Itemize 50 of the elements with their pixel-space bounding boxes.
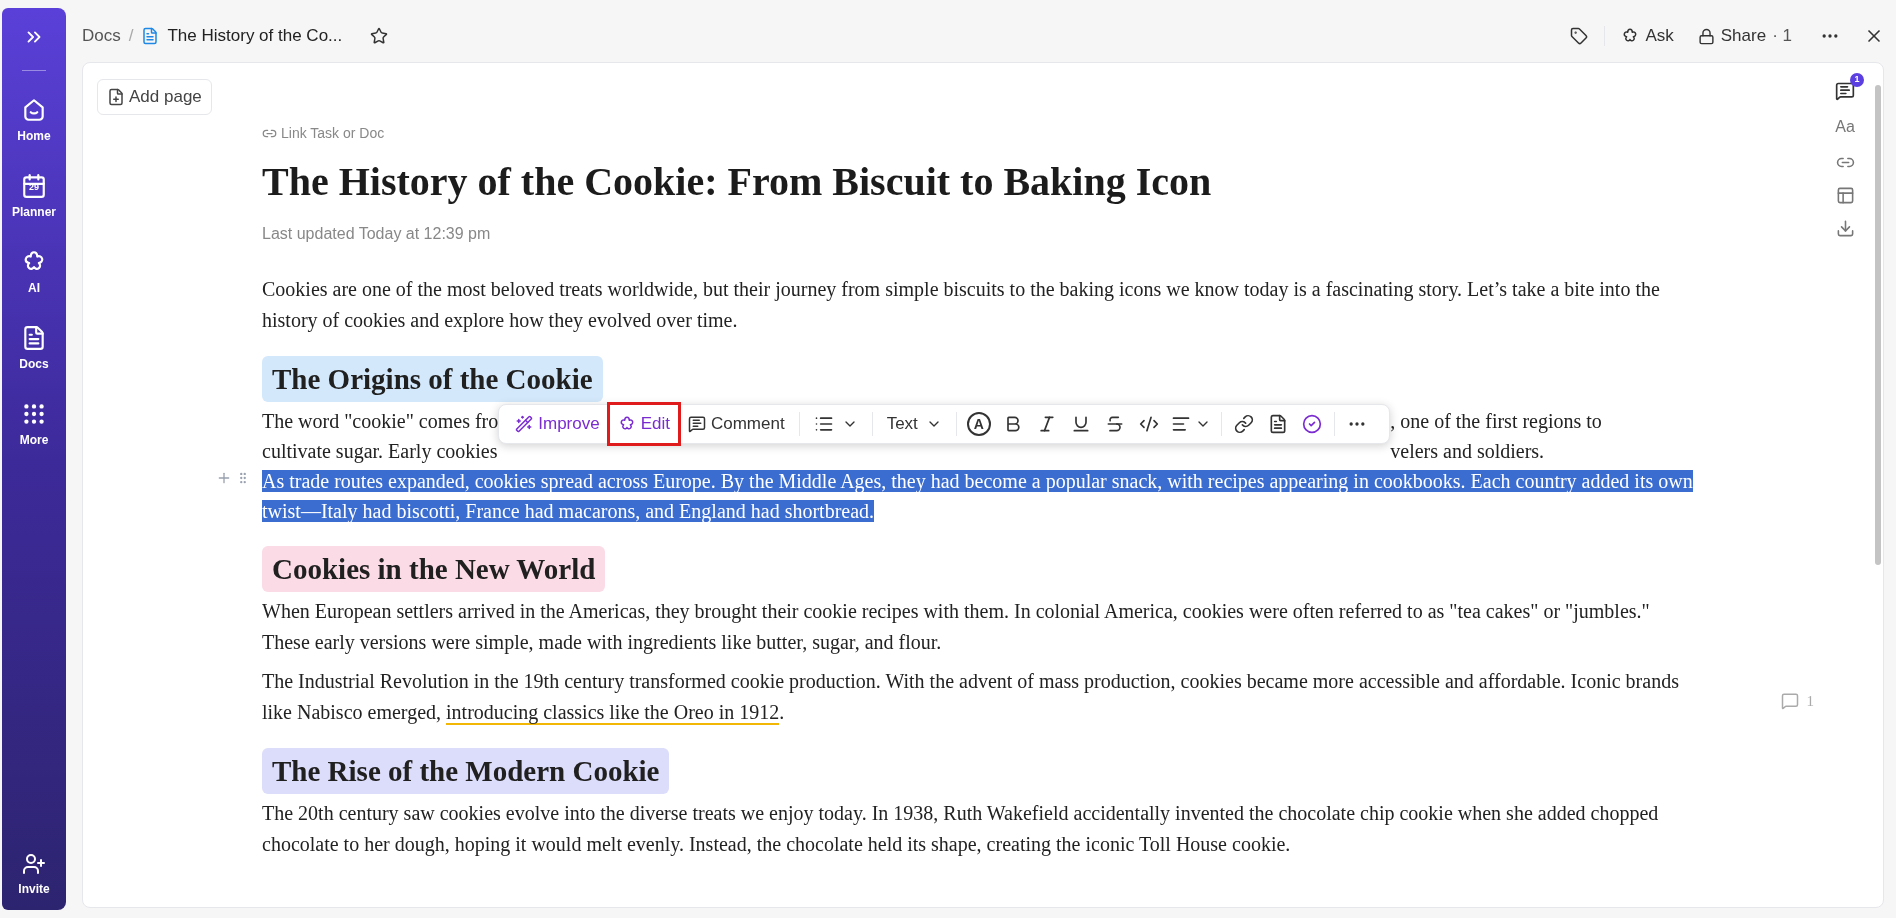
add-page-icon (107, 87, 125, 106)
link-icon[interactable] (1233, 413, 1254, 434)
home-icon (21, 97, 47, 123)
document-icon (141, 27, 160, 45)
section-heading: Cookies in the New World (262, 545, 606, 592)
breadcrumb-separator: / (128, 25, 134, 48)
document-icon (21, 325, 47, 351)
share-button[interactable]: Share · 1 (1697, 23, 1792, 49)
document-title[interactable]: The History of the Co... (167, 23, 343, 49)
invite-button[interactable]: Invite (18, 852, 50, 898)
text-style-dropdown[interactable]: Text (878, 410, 950, 437)
text-color-button[interactable]: A (966, 411, 991, 436)
sidebar-item[interactable]: More (4, 397, 64, 453)
selected-paragraph: As trade routes expanded, cookies spread across Europe. By the Middle Ages, they had become a popular snack, with recipes appearing in cookbooks. Each country added its own twist—Italy had biscotti, France had macarons, and England had shortbread. (262, 468, 1694, 524)
scrollbar[interactable] (1875, 85, 1881, 565)
paragraph: When European settlers arrived in the Americas, they brought their cookie recipes with them. In colonial America, cookies were often referred to as "tea cakes" or "jumbles." These early versions were simple, made with ingredients like butter, sugar, and flour. (262, 598, 1651, 656)
sidebar-item[interactable]: AI (4, 245, 64, 301)
ask-button[interactable]: Ask (1621, 23, 1674, 49)
download-icon[interactable] (1835, 219, 1855, 238)
add-user-icon (22, 852, 46, 876)
tag-icon[interactable] (1570, 27, 1589, 45)
link-task-button[interactable]: Link Task or Doc (262, 122, 1697, 144)
paragraph-fragment: The word "cookie" comes fro (262, 408, 499, 434)
wand-icon (515, 414, 534, 433)
breadcrumb-link[interactable]: Docs (82, 23, 121, 49)
last-updated: Last updated Today at 12:39 pm (262, 223, 492, 244)
check-circle-icon[interactable] (1301, 413, 1322, 434)
improve-button[interactable]: Improve (507, 404, 608, 443)
lock-icon (1697, 27, 1715, 45)
sidebar-item[interactable]: Home (4, 93, 64, 149)
notification-badge: 1 (1850, 73, 1864, 87)
comment-icon (687, 414, 706, 433)
section-heading: The Origins of the Cookie (262, 355, 603, 402)
edit-button[interactable]: Edit (609, 404, 678, 443)
grid-dots-icon (21, 401, 47, 427)
paragraph: Cookies are one of the most beloved treats worldwide, but their journey from simple biscuits to the baking icons we know today is a fascinating story. Let’s take a bite into the history of cookies and explore how they evolved over time. (262, 276, 1661, 334)
section-heading: The Rise of the Modern Cookie (262, 747, 670, 794)
paragraph-fragment: cultivate sugar. Early cookies (262, 438, 499, 465)
paragraph: The 20th century saw cookies evolve into the diverse treats we enjoy today. In 1938, Ruth Wakefield accidentally invented the chocolate chip cookie when she added chopped chocolate to her dough, hoping it would melt evenly. Instead, the chocolate held its shape, creating the iconic Toll House cookie. (262, 800, 1660, 858)
document-heading: The History of the Cookie: From Biscuit to Baking Icon (262, 157, 1213, 206)
paragraph-fragment: , one of the first regions to (1390, 408, 1602, 435)
paragraph: The Industrial Revolution in the 19th century transformed cookie production. With the advent of mass production, cookies became more accessible and affordable. Iconic brands like Nabisco emerged, introducing classics like the Oreo in 1912. (262, 668, 1680, 727)
star-icon[interactable] (370, 27, 389, 45)
sidebar-item[interactable]: Docs (4, 321, 64, 377)
add-page-button[interactable]: Add page (97, 79, 212, 115)
font-settings-button[interactable]: Aa (1835, 115, 1855, 139)
layout-icon[interactable] (1835, 186, 1855, 205)
paragraph-fragment: velers and soldiers. (1390, 438, 1546, 464)
comment-button[interactable]: Comment (679, 404, 793, 443)
comments-icon[interactable] (1835, 81, 1855, 101)
